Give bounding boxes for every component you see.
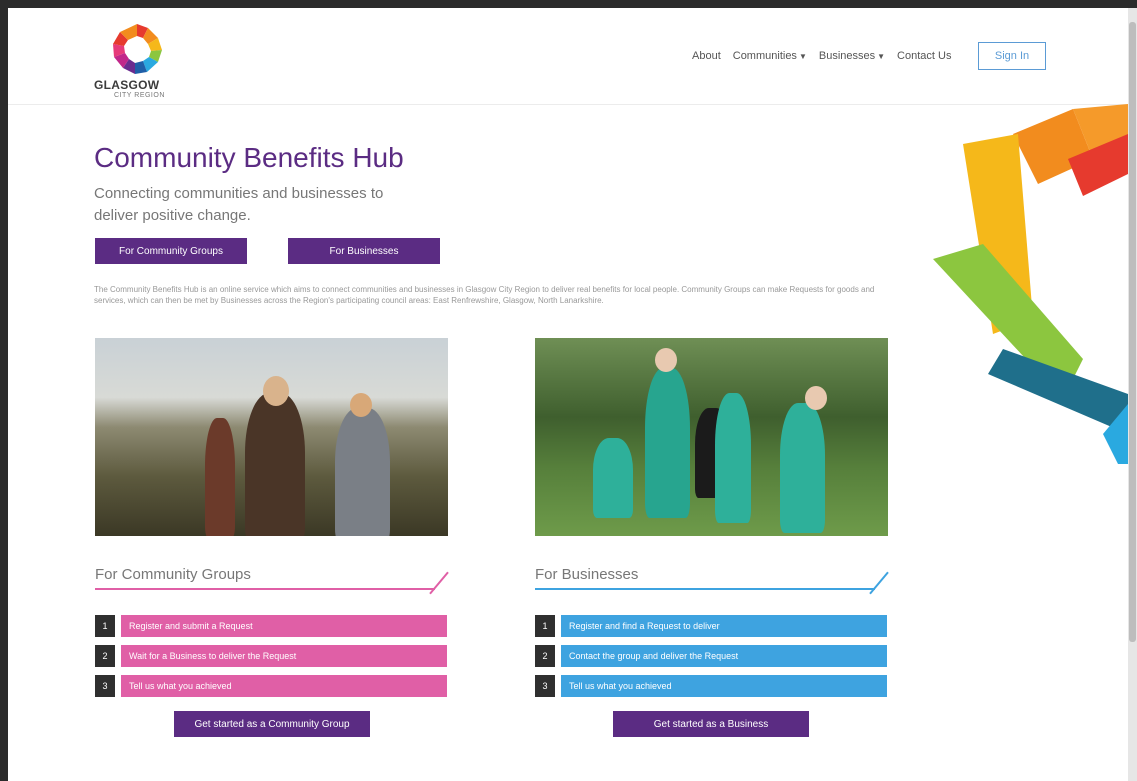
business-step-3: 3 Tell us what you achieved: [535, 675, 887, 697]
nav-communities[interactable]: Communities ▼: [733, 50, 807, 62]
step-label: Contact the group and deliver the Reques…: [561, 645, 887, 667]
scrollbar[interactable]: [1128, 8, 1137, 781]
step-number: 1: [95, 615, 115, 637]
business-step-2: 2 Contact the group and deliver the Requ…: [535, 645, 887, 667]
community-title-slash: [429, 571, 449, 595]
step-label: Register and submit a Request: [121, 615, 447, 637]
step-label: Register and find a Request to deliver: [561, 615, 887, 637]
intro-paragraph: The Community Benefits Hub is an online …: [94, 285, 875, 305]
step-number: 2: [535, 645, 555, 667]
get-started-business-button[interactable]: Get started as a Business: [613, 711, 809, 737]
businesses-photo: [535, 338, 888, 536]
community-step-1: 1 Register and submit a Request: [95, 615, 447, 637]
business-title-slash: [869, 571, 889, 595]
nav-communities-label: Communities: [732, 50, 797, 62]
community-step-3: 3 Tell us what you achieved: [95, 675, 447, 697]
business-title-underline: [535, 588, 875, 590]
decorative-ring-graphic: [933, 104, 1128, 464]
hero-subtitle: Connecting communities and businesses to…: [94, 185, 384, 224]
step-number: 2: [95, 645, 115, 667]
caret-down-icon: ▼: [877, 52, 886, 61]
step-number: 1: [535, 615, 555, 637]
nav-businesses[interactable]: Businesses ▼: [819, 50, 885, 62]
sign-in-button[interactable]: Sign In: [978, 42, 1046, 70]
site-header: GLASGOW CITY REGION About Communities ▼ B…: [8, 8, 1128, 105]
get-started-community-button[interactable]: Get started as a Community Group: [174, 711, 370, 737]
businesses-button[interactable]: For Businesses: [288, 238, 440, 264]
main-nav: About Communities ▼ Businesses ▼ Contact U…: [692, 50, 951, 62]
step-label: Tell us what you achieved: [561, 675, 887, 697]
site-logo[interactable]: GLASGOW CITY REGION: [88, 16, 168, 100]
logo-ring-icon: [113, 24, 162, 74]
community-step-2: 2 Wait for a Business to deliver the Req…: [95, 645, 447, 667]
community-title-underline: [95, 588, 435, 590]
business-step-1: 1 Register and find a Request to deliver: [535, 615, 887, 637]
community-groups-photo: [95, 338, 448, 536]
nav-contact[interactable]: Contact Us: [897, 50, 951, 62]
business-section-title: For Businesses: [535, 566, 639, 583]
nav-businesses-label: Businesses: [818, 50, 876, 62]
step-label: Tell us what you achieved: [121, 675, 447, 697]
browser-viewport: GLASGOW CITY REGION About Communities ▼ B…: [8, 8, 1128, 781]
page-title: Community Benefits Hub: [94, 142, 404, 173]
nav-about[interactable]: About: [692, 50, 721, 62]
caret-down-icon: ▼: [798, 52, 807, 61]
logo-subtext: CITY REGION: [114, 92, 165, 99]
logo-text: GLASGOW: [94, 78, 160, 92]
community-groups-button[interactable]: For Community Groups: [95, 238, 247, 264]
step-number: 3: [95, 675, 115, 697]
community-section-title: For Community Groups: [95, 566, 251, 583]
step-number: 3: [535, 675, 555, 697]
scrollbar-thumb[interactable]: [1129, 22, 1136, 642]
step-label: Wait for a Business to deliver the Reque…: [121, 645, 447, 667]
